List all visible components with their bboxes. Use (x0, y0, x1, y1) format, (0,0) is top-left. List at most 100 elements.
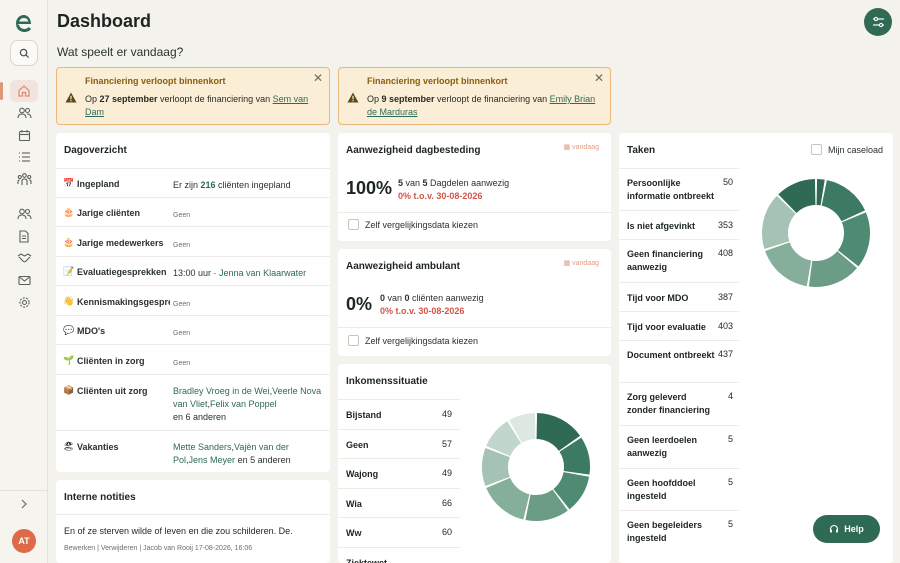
nav-documents[interactable] (10, 225, 38, 247)
task-count: 5 (727, 519, 733, 529)
close-icon[interactable]: ✕ (594, 71, 604, 85)
income-label: Bijstand (346, 410, 382, 420)
employee-link[interactable]: Mette Sanders (173, 442, 232, 452)
speech-bubble-icon: 💬 (63, 325, 75, 335)
task-label: Is niet afgevinkt (627, 221, 696, 231)
user-avatar[interactable]: AT (12, 529, 36, 553)
attendance-percentage: 0% (346, 294, 373, 314)
nav-team[interactable] (10, 203, 38, 225)
task-row[interactable]: Persoonlijke informatie ontbreekt 50 (619, 168, 739, 210)
close-icon[interactable]: ✕ (313, 71, 323, 85)
sprout-icon: 🌱 (63, 355, 75, 365)
task-row[interactable]: Is niet afgevinkt 353 (619, 210, 739, 239)
income-label: Wajong (346, 469, 379, 479)
edit-note-link[interactable]: Bewerken (64, 545, 95, 552)
handshake-icon (17, 253, 31, 263)
note-text: En of ze sterven wilde of leven en die z… (64, 526, 293, 536)
income-segment[interactable] (486, 477, 530, 520)
day-row-ingepland: 📅 Ingepland Er zijn 216 cliënten ingepla… (56, 168, 330, 197)
nav-group[interactable] (10, 168, 38, 190)
task-label: Geen hoofddoel ingesteld (627, 478, 696, 501)
task-label: Tijd voor MDO (627, 293, 689, 303)
day-row-kennismaking: 👋 Kennismakingsgesprekken Geen (56, 285, 330, 315)
nav-calendar[interactable] (10, 124, 38, 146)
income-row: Geen 57 (338, 428, 460, 459)
card-title: Inkomenssituatie (346, 376, 428, 387)
task-count: 5 (727, 434, 733, 444)
nav-home[interactable] (0, 80, 38, 102)
task-count: 437 (717, 349, 733, 359)
task-row[interactable]: Tijd voor evaluatie 403 (619, 311, 739, 340)
alert-title: Financiering verloopt binnenkort (367, 76, 508, 86)
document-icon (19, 229, 29, 243)
task-label: Geen financiering aanwezig (627, 249, 704, 272)
sliders-icon (872, 16, 884, 28)
chevron-right-icon (21, 499, 27, 509)
row-label: Ingepland (77, 179, 120, 189)
row-label: MDO's (77, 326, 106, 336)
task-label: Geen begeleiders ingesteld (627, 520, 703, 543)
row-label: Kennismakingsgesprekken (77, 297, 170, 307)
task-segment[interactable] (821, 180, 866, 222)
attendance-compare: 0% t.o.v. 30-08-2026 (380, 306, 465, 316)
task-row[interactable]: Geen leerdoelen aanwezig 5 (619, 425, 739, 468)
sidebar-expand-button[interactable] (14, 496, 34, 512)
person-link[interactable]: Jenna van Klaarwater (219, 268, 306, 278)
row-value: Geen (173, 301, 191, 308)
task-count: 5 (727, 477, 733, 487)
nav-list[interactable] (10, 146, 38, 168)
row-label: Cliënten in zorg (77, 356, 145, 366)
planned-count: 216 (200, 180, 216, 190)
task-row[interactable]: Tijd voor MDO 387 (619, 282, 739, 311)
card-title: Interne notities (64, 492, 136, 503)
task-label: Tijd voor evaluatie (627, 322, 706, 332)
divider (56, 514, 330, 515)
delete-note-link[interactable]: Verwijderen (101, 545, 138, 552)
row-label: Evaluatiegesprekken (77, 267, 167, 277)
row-label: Jarige medewerkers (77, 238, 164, 248)
client-link[interactable]: Bradley Vroeg in de Wei (173, 386, 270, 396)
nav-agreements[interactable] (10, 247, 38, 269)
client-link[interactable]: Felix van Poppel (210, 399, 277, 409)
task-segment[interactable] (765, 242, 812, 287)
sidebar: AT (0, 0, 48, 563)
warning-icon (347, 92, 359, 103)
sidebar-search-button[interactable] (10, 40, 38, 66)
funding-alert: Financiering verloopt binnenkort Op 9 se… (338, 67, 611, 125)
help-button[interactable]: Help (813, 515, 880, 543)
task-row[interactable]: Document ontbreekt 437 (619, 340, 739, 382)
row-value: Geen (173, 212, 191, 219)
card-title: Dagoverzicht (64, 145, 127, 156)
employee-link[interactable]: Jens Meyer (189, 455, 236, 465)
task-row[interactable]: Geen begeleiders ingesteld 5 (619, 510, 739, 553)
income-value: 60 (441, 527, 452, 537)
page-title: Dashboard (57, 11, 152, 31)
task-count: 387 (717, 292, 733, 302)
card-title: Aanwezigheid ambulant (346, 261, 460, 272)
row-value: Bradley Vroeg in de Wei,Veerle Nova van … (173, 386, 322, 422)
caseload-checkbox[interactable] (811, 144, 822, 155)
note-meta: Bewerken | Verwijderen | Jacob van Rooij… (64, 545, 253, 552)
task-row[interactable]: Geen financiering aanwezig 408 (619, 239, 739, 282)
cake-icon: 🎂 (63, 207, 75, 217)
calendar-icon: 📅 (63, 178, 75, 188)
alert-title: Financiering verloopt binnenkort (85, 76, 226, 86)
row-value: Geen (173, 360, 191, 367)
nav-mail[interactable] (10, 269, 38, 291)
row-value: Geen (173, 330, 191, 337)
task-row[interactable]: Zorg geleverd zonder financiering 4 (619, 382, 739, 425)
income-row: Wia 66 (338, 487, 460, 518)
notes-card: Interne notities En of ze sterven wilde … (56, 480, 330, 563)
day-row-vakanties: 🏖 Vakanties Mette Sanders,Vajèn van der … (56, 430, 330, 472)
income-value: 49 (441, 409, 452, 419)
more-text: en 6 anderen (173, 412, 227, 422)
compare-checkbox[interactable] (348, 219, 359, 230)
row-value: Geen (173, 242, 191, 249)
nav-settings[interactable] (10, 291, 38, 313)
compare-checkbox[interactable] (348, 335, 359, 346)
dashboard-settings-button[interactable] (864, 8, 892, 36)
task-row[interactable]: Geen hoofddoel ingesteld 5 (619, 468, 739, 510)
nav-clients[interactable] (10, 102, 38, 124)
today-badge: ▦ vandaag (563, 260, 599, 267)
app-logo[interactable] (12, 11, 36, 35)
